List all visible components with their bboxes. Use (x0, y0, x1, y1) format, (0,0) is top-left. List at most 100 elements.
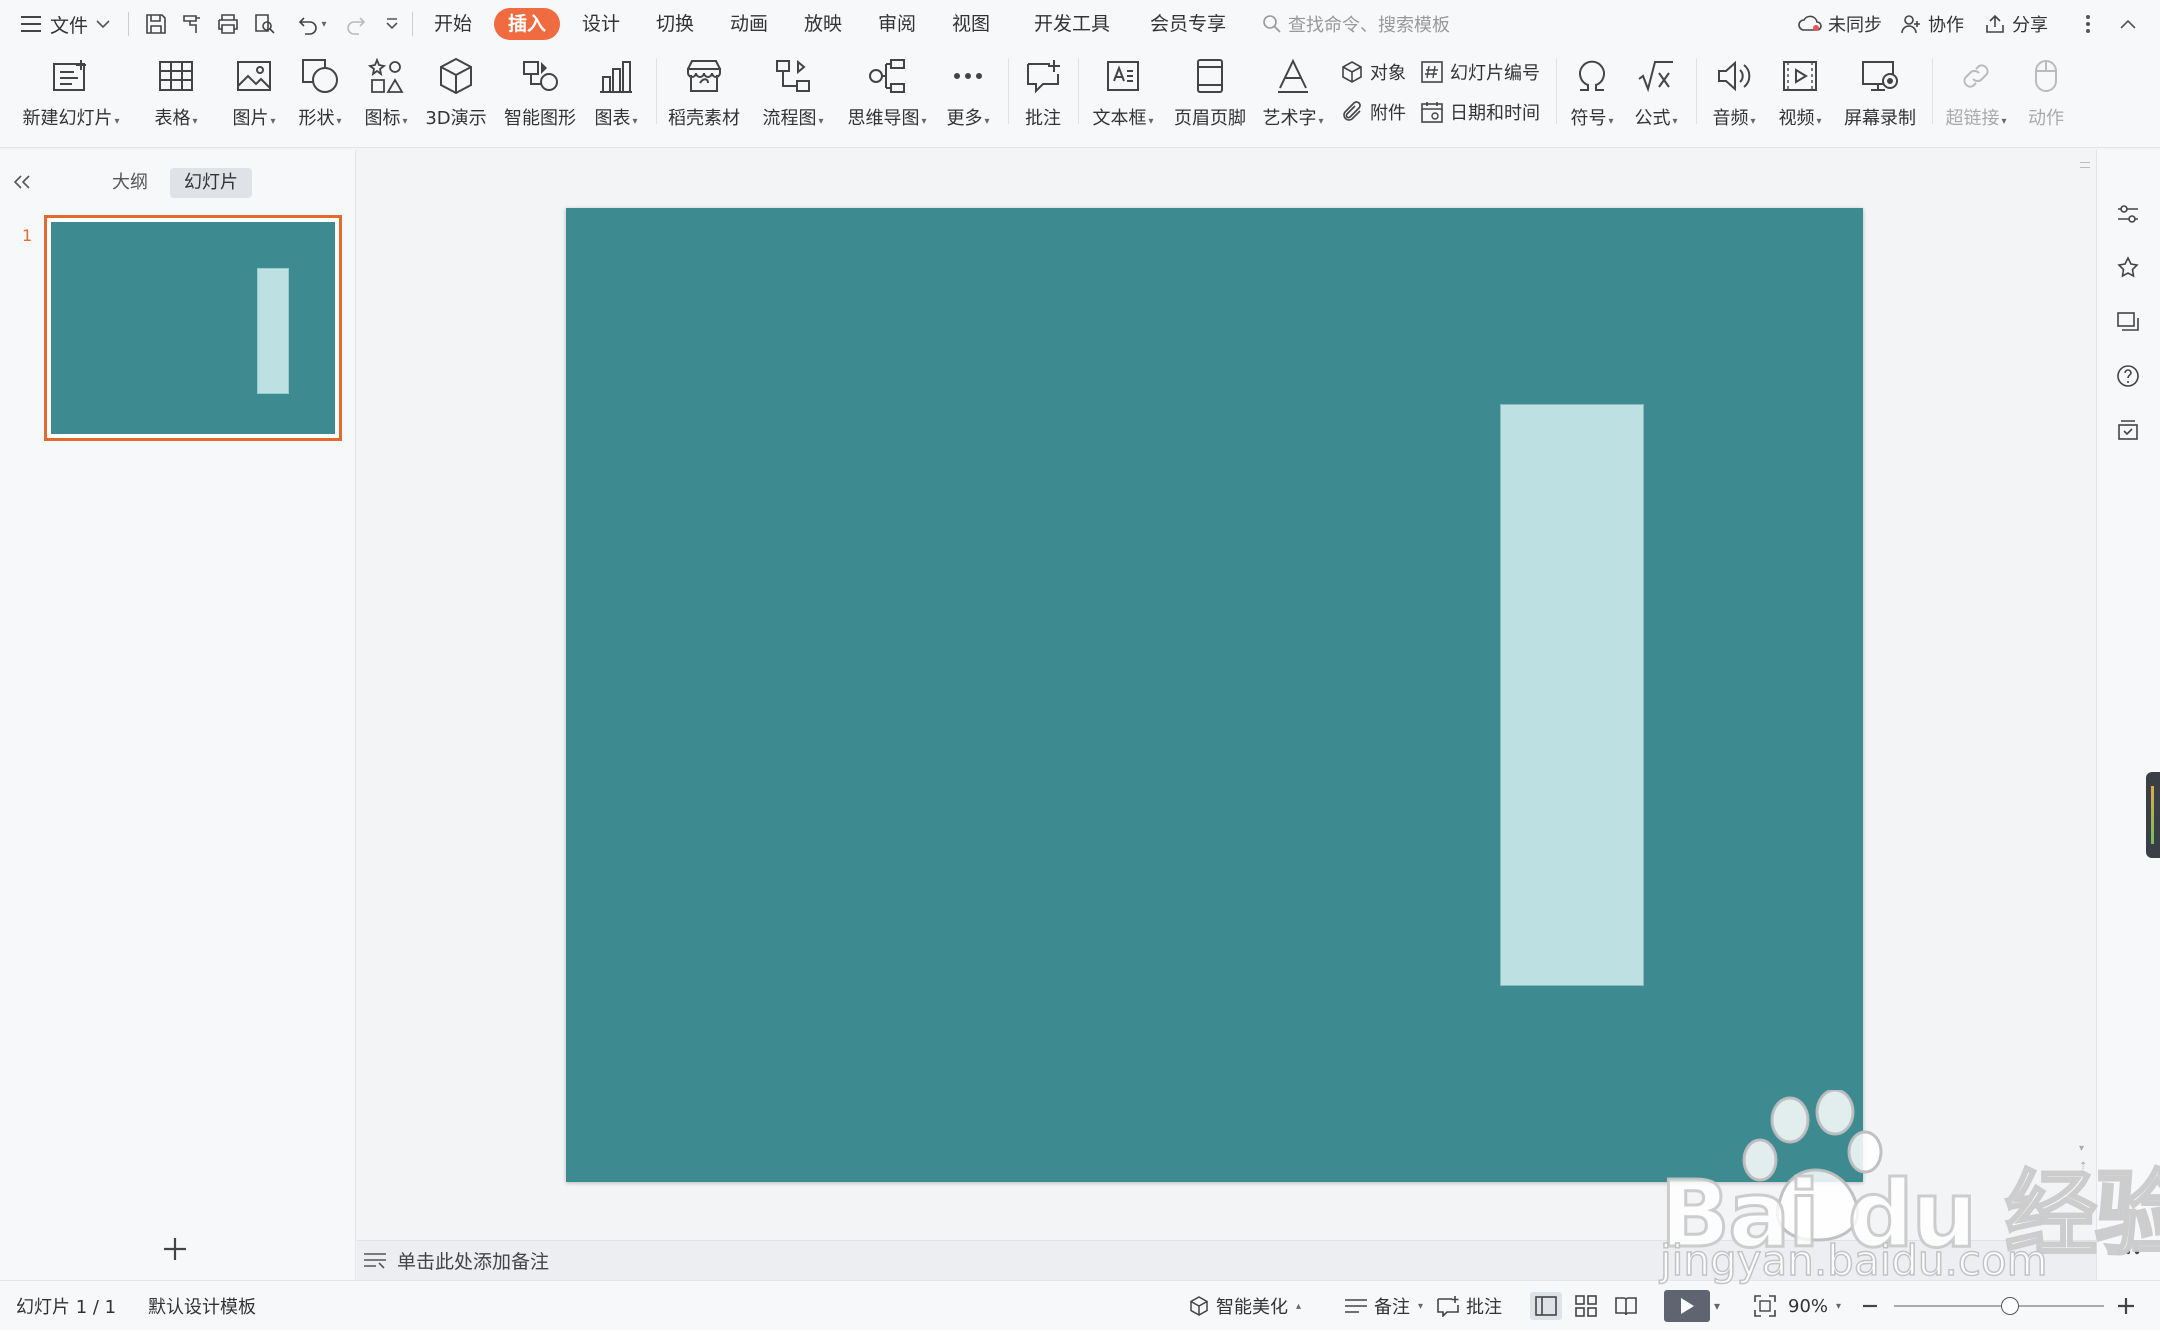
slideshow-options-caret[interactable]: ▾ (1714, 1292, 1720, 1320)
chart-label: 图表 (594, 108, 631, 129)
tab-home[interactable]: 开始 (428, 8, 478, 40)
new-slide-button[interactable]: 新建幻灯片 ▾ (16, 54, 126, 134)
book-icon (1615, 1297, 1637, 1316)
header-footer-button[interactable]: 页眉页脚 (1170, 54, 1250, 134)
screen-record-button[interactable]: 屏幕录制 (1838, 54, 1922, 134)
collapse-ribbon-button[interactable] (2112, 8, 2144, 40)
comment-button[interactable]: 批注 (1018, 54, 1068, 134)
scrollbar-handle[interactable] (2080, 162, 2090, 168)
notes-icon (364, 1252, 386, 1269)
template-name[interactable]: 默认设计模板 (148, 1292, 256, 1320)
tab-outline[interactable]: 大纲 (104, 168, 156, 198)
zoom-in-button[interactable] (2114, 1292, 2138, 1320)
help-button[interactable] (2112, 360, 2144, 392)
print-button[interactable] (212, 8, 244, 40)
datetime-button[interactable]: 日期和时间 (1420, 96, 1540, 128)
print-preview-button[interactable] (248, 8, 280, 40)
hash-icon (1421, 61, 1443, 83)
tab-view[interactable]: 视图 (946, 8, 996, 40)
datetime-label: 日期和时间 (1450, 103, 1540, 124)
tab-transitions[interactable]: 切换 (650, 8, 700, 40)
tab-design[interactable]: 设计 (576, 8, 626, 40)
mindmap-button[interactable]: 思维导图 ▾ (842, 54, 932, 134)
flowchart-icon (771, 54, 815, 98)
share-button[interactable]: 分享 (1984, 8, 2048, 40)
wordart-button[interactable]: 艺术字 ▾ (1258, 54, 1328, 134)
more-button[interactable]: 更多 ▾ (940, 54, 996, 134)
add-slide-button[interactable] (160, 1234, 190, 1264)
tab-slideshow[interactable]: 放映 (798, 8, 848, 40)
comment-toggle-label: 批注 (1466, 1297, 1502, 1318)
slide-number-button[interactable]: 幻灯片编号 (1420, 56, 1540, 88)
user-add-icon (1901, 15, 1920, 34)
picture-icon (232, 54, 276, 98)
flowchart-button[interactable]: 流程图 ▾ (756, 54, 830, 134)
video-button[interactable]: 视频 ▾ (1770, 54, 1830, 134)
format-painter-button[interactable] (176, 8, 208, 40)
fit-to-window-button[interactable] (1754, 1292, 1776, 1320)
object-button[interactable]: 对象 (1340, 56, 1406, 88)
search-box[interactable]: 查找命令、搜索模板 (1262, 8, 1462, 40)
tab-review[interactable]: 审阅 (872, 8, 922, 40)
zoom-slider-thumb[interactable] (2000, 1297, 2019, 1315)
help-icon (2117, 365, 2139, 387)
symbol-button[interactable]: 符号 ▾ (1564, 54, 1620, 134)
mindmap-label: 思维导图 (847, 108, 920, 129)
zoom-slider[interactable] (1894, 1297, 2104, 1315)
sync-status-button[interactable]: 未同步 (1798, 8, 1882, 40)
zoom-level-dropdown[interactable]: 90% ▾ (1788, 1292, 1841, 1320)
smart-beautify-button[interactable]: 智能美化 ▴ (1188, 1292, 1301, 1320)
zoom-out-button[interactable] (1858, 1292, 1882, 1320)
slide-thumbnail[interactable] (44, 215, 342, 441)
backup-button[interactable] (2112, 414, 2144, 446)
textbox-label: 文本框 (1092, 108, 1147, 129)
attachment-button[interactable]: 附件 (1340, 96, 1406, 128)
normal-view-button[interactable] (1530, 1292, 1562, 1320)
save-button[interactable] (140, 8, 172, 40)
properties-button[interactable] (2112, 198, 2144, 230)
print-icon (218, 14, 238, 34)
play-slideshow-button[interactable] (1664, 1290, 1710, 1322)
formula-button[interactable]: 公式 ▾ (1628, 54, 1684, 134)
minus-icon (1863, 1304, 1877, 1308)
smartart-button[interactable]: 智能图形 (502, 54, 578, 134)
textbox-button[interactable]: 文本框 ▾ (1086, 54, 1160, 134)
smart-beautify-label: 智能美化 (1216, 1297, 1288, 1318)
picture-label: 图片 (232, 108, 269, 129)
material-button[interactable]: 稻壳素材 (664, 54, 744, 134)
animation-pane-button[interactable] (2112, 252, 2144, 284)
collapse-panel-button[interactable] (8, 168, 36, 196)
side-widget-indicator (2151, 786, 2154, 844)
hyperlink-button[interactable]: 超链接 ▾ (1940, 54, 2012, 134)
reading-view-button[interactable] (1610, 1292, 1642, 1320)
file-menu[interactable]: 文件 (20, 8, 110, 40)
undo-button[interactable]: ▾ (288, 8, 336, 40)
action-button[interactable]: 动作 (2018, 54, 2074, 134)
tab-member[interactable]: 会员专享 (1144, 8, 1232, 40)
comment-toggle-button[interactable]: 批注 (1436, 1292, 1502, 1320)
collaborate-button[interactable]: 协作 (1900, 8, 1964, 40)
side-widget-handle[interactable] (2146, 772, 2160, 858)
slide[interactable] (566, 208, 1863, 1182)
chevron-down-icon (96, 19, 110, 29)
tab-slides[interactable]: 幻灯片 (170, 168, 252, 198)
icon-button[interactable]: 图标 ▾ (356, 54, 416, 134)
tab-animation[interactable]: 动画 (724, 8, 774, 40)
table-button[interactable]: 表格 ▾ (146, 54, 206, 134)
vertical-scrollbar[interactable]: ▾ ⇡ ⇣ (2074, 150, 2096, 1240)
audio-button[interactable]: 音频 ▾ (1704, 54, 1764, 134)
transition-pane-button[interactable] (2112, 306, 2144, 338)
notes-toggle-button[interactable]: 备注 ▾ (1344, 1292, 1423, 1320)
slide-sorter-view-button[interactable] (1570, 1292, 1602, 1320)
picture-button[interactable]: 图片 ▾ (224, 54, 284, 134)
redo-button[interactable] (340, 8, 372, 40)
shape-button[interactable]: 形状 ▾ (290, 54, 350, 134)
more-options-button[interactable] (2072, 8, 2104, 40)
chart-button[interactable]: 图表 ▾ (586, 54, 646, 134)
tab-insert[interactable]: 插入 (494, 8, 561, 40)
divider (1078, 58, 1079, 124)
tab-developer[interactable]: 开发工具 (1028, 8, 1116, 40)
rectangle-shape[interactable] (1500, 404, 1644, 986)
customize-quick-access-button[interactable] (376, 8, 408, 40)
3d-demo-button[interactable]: 3D演示 (424, 54, 488, 134)
